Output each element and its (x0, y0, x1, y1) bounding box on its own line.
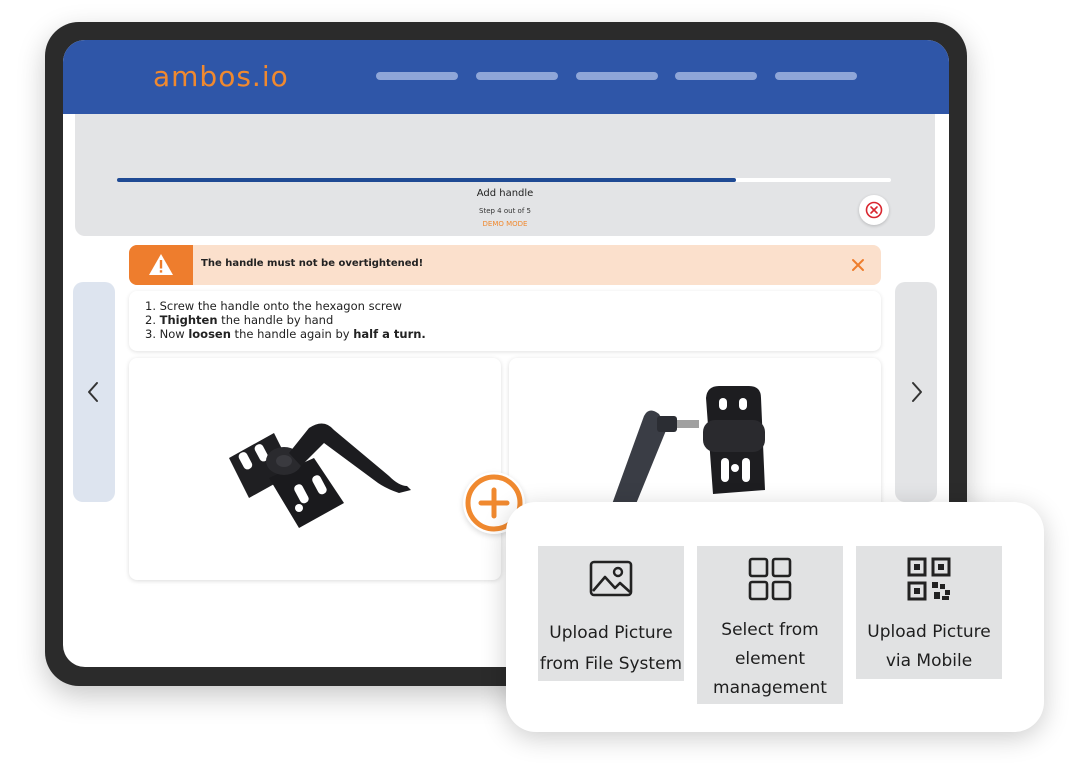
chevron-right-icon (912, 382, 922, 402)
warning-triangle-icon (149, 254, 173, 275)
option-label-line: element (734, 649, 806, 669)
previous-step-button[interactable] (73, 282, 115, 502)
select-from-element-management-option[interactable]: Select from element management (697, 546, 843, 704)
progress-bar-fill (117, 178, 737, 182)
upload-via-mobile-option[interactable]: Upload Picture via Mobile (856, 546, 1002, 679)
instruction-line-1: 1. Screw the handle onto the hexagon scr… (145, 299, 402, 313)
step-title: Add handle (476, 188, 534, 199)
warning-icon-box (129, 245, 193, 285)
option-label-line: Select from (721, 620, 819, 640)
nav-item-2[interactable] (476, 72, 558, 80)
option-label-line: management (713, 678, 827, 698)
option-label-line: Upload Picture (867, 622, 991, 642)
warning-text: The handle must not be overtightened! (201, 258, 424, 269)
instruction-text: the handle again by (230, 327, 354, 341)
grid-icon (748, 557, 792, 601)
instruction-emphasis: loosen (188, 327, 231, 341)
instruction-emphasis: half a turn. (353, 327, 426, 341)
nav-item-1[interactable] (376, 72, 458, 80)
upload-from-file-system-option[interactable]: Upload Picture from File System (538, 546, 684, 681)
step-counter: Step 4 out of 5 (479, 207, 531, 215)
instruction-line-3: 3. Now loosen the handle again by half a… (145, 327, 426, 341)
close-step-button[interactable] (859, 195, 889, 225)
warning-banner: The handle must not be overtightened! (129, 245, 881, 285)
nav-item-4[interactable] (675, 72, 757, 80)
instructions-card: 1. Screw the handle onto the hexagon scr… (129, 291, 881, 351)
step-image-card-1[interactable] (129, 358, 501, 580)
instruction-text: 3. Now (145, 327, 189, 341)
nav-item-5[interactable] (775, 72, 857, 80)
add-media-menu: Upload Picture from File System Select f… (506, 502, 1044, 732)
instruction-text: the handle by hand (217, 313, 334, 327)
next-step-button[interactable] (895, 282, 937, 502)
instruction-number: 2. (145, 313, 156, 327)
instruction-emphasis: Thighten (159, 313, 218, 327)
option-label-line: from File System (539, 654, 683, 674)
option-label-line: Upload Picture (549, 623, 673, 643)
ambos-logo[interactable]: ambos.io (153, 60, 289, 93)
step-header: Add handle Step 4 out of 5 DEMO MODE (75, 114, 935, 236)
image-icon (589, 560, 633, 597)
progress-bar (117, 178, 891, 182)
top-navigation-bar: ambos.io (63, 40, 949, 114)
qr-code-icon (907, 557, 951, 601)
instruction-line-2: 2. Thighten the handle by hand (145, 313, 333, 327)
close-circle-icon (865, 201, 883, 219)
hinge-with-handle-photo (229, 423, 411, 528)
dismiss-warning-x-icon[interactable] (851, 258, 865, 272)
demo-mode-label: DEMO MODE (482, 220, 528, 228)
option-label-line: via Mobile (885, 651, 973, 671)
chevron-left-icon (88, 382, 98, 402)
nav-item-3[interactable] (576, 72, 658, 80)
